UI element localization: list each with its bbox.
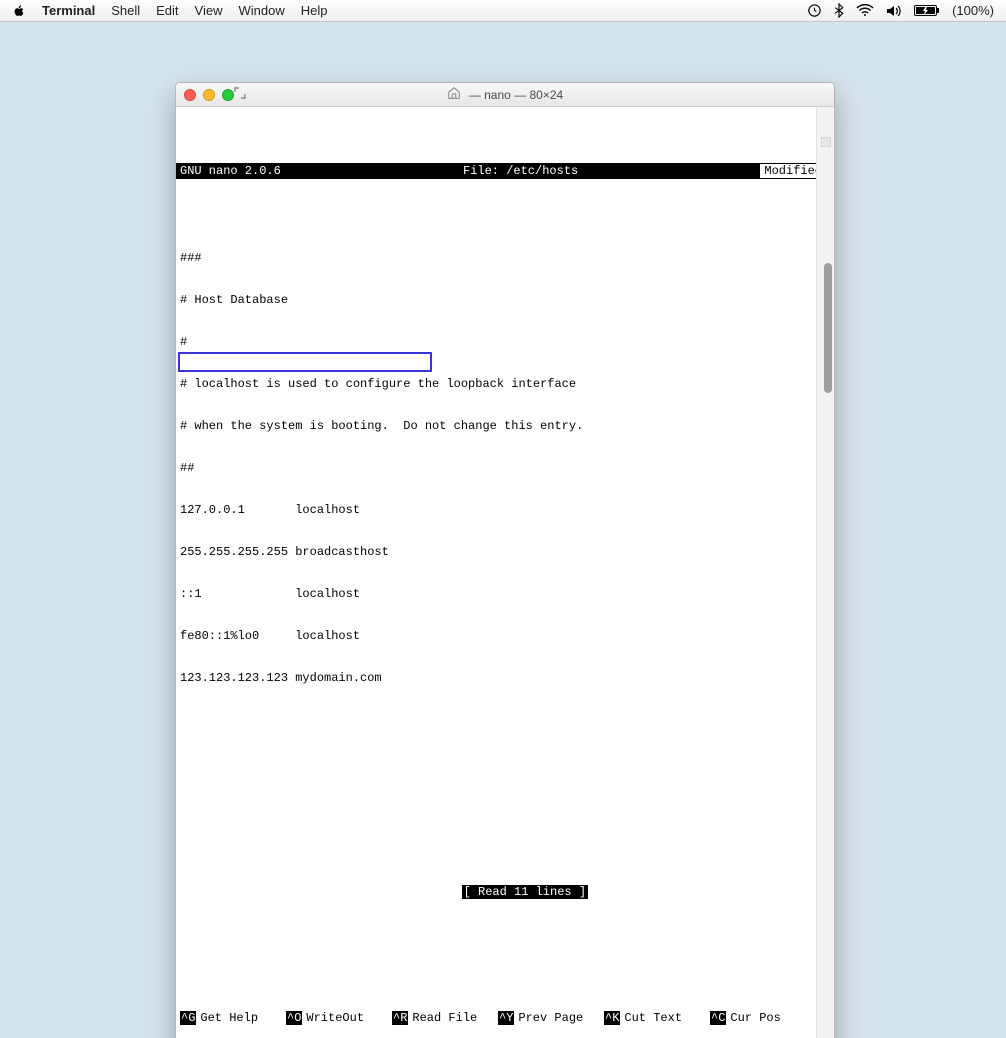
menu-help[interactable]: Help	[301, 3, 328, 18]
buffer-line: 123.123.123.123 mydomain.com	[180, 671, 812, 685]
buffer-line: ::1 localhost	[180, 587, 812, 601]
menu-app-name[interactable]: Terminal	[42, 3, 95, 18]
buffer-line: fe80::1%lo0 localhost	[180, 629, 812, 643]
buffer-line: # localhost is used to configure the loo…	[180, 377, 812, 391]
maximize-icon[interactable]	[234, 86, 246, 104]
terminal-window: — nano — 80×24 GNU nano 2.0.6 File: /etc…	[175, 82, 835, 1038]
wifi-icon[interactable]	[856, 4, 874, 17]
shortcut-prev-page: ^YPrev Page	[498, 1011, 604, 1025]
shortcut-writeout: ^OWriteOut	[286, 1011, 392, 1025]
shortcut-cut-text: ^KCut Text	[604, 1011, 710, 1025]
volume-icon[interactable]	[886, 4, 902, 18]
mac-menubar: Terminal Shell Edit View Window Help (10…	[0, 0, 1006, 22]
bluetooth-icon[interactable]	[834, 3, 844, 18]
buffer-line: 255.255.255.255 broadcasthost	[180, 545, 812, 559]
terminal-content[interactable]: GNU nano 2.0.6 File: /etc/hosts Modified…	[176, 107, 834, 1038]
buffer-line: # when the system is booting. Do not cha…	[180, 419, 812, 433]
window-close-button[interactable]	[184, 89, 196, 101]
menu-edit[interactable]: Edit	[156, 3, 178, 18]
nano-version: GNU nano 2.0.6	[180, 164, 281, 178]
terminal-scroll-gutter[interactable]	[816, 107, 834, 1038]
shortcut-read-file: ^RRead File	[392, 1011, 498, 1025]
window-title: — nano — 80×24	[469, 88, 563, 102]
window-zoom-button[interactable]	[222, 89, 234, 101]
buffer-line: 127.0.0.1 localhost	[180, 503, 812, 517]
buffer-line: #	[180, 335, 812, 349]
menu-view[interactable]: View	[195, 3, 223, 18]
shortcut-get-help: ^GGet Help	[180, 1011, 286, 1025]
scroll-button-icon[interactable]	[821, 137, 831, 147]
nano-buffer[interactable]: ### # Host Database # # localhost is use…	[176, 221, 816, 941]
nano-status: [ Read 11 lines ]	[180, 871, 812, 913]
highlight-annotation	[178, 352, 432, 372]
window-minimize-button[interactable]	[203, 89, 215, 101]
home-icon	[447, 86, 461, 103]
battery-percent: (100%)	[952, 3, 994, 18]
apple-logo-icon[interactable]	[12, 4, 26, 18]
nano-shortcuts: ^GGet Help ^OWriteOut ^RRead File ^YPrev…	[180, 983, 816, 1038]
window-titlebar[interactable]: — nano — 80×24	[176, 83, 834, 107]
menu-shell[interactable]: Shell	[111, 3, 140, 18]
buffer-line: ##	[180, 461, 812, 475]
nano-titlebar: GNU nano 2.0.6 File: /etc/hosts Modified	[176, 163, 834, 179]
buffer-line: # Host Database	[180, 293, 812, 307]
time-machine-icon[interactable]	[807, 3, 822, 18]
shortcut-cur-pos: ^CCur Pos	[710, 1011, 816, 1025]
nano-file-label: File: /etc/hosts	[281, 164, 761, 178]
buffer-line: ###	[180, 251, 812, 265]
battery-icon[interactable]	[914, 4, 940, 17]
menu-window[interactable]: Window	[239, 3, 285, 18]
overlay-scrollbar[interactable]	[824, 263, 832, 393]
